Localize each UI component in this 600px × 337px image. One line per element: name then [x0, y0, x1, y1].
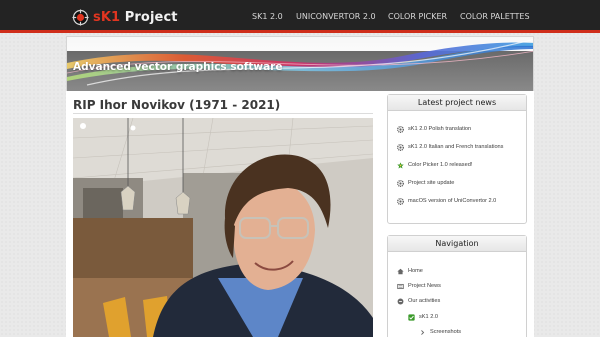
news-item-label: macOS version of UniConvertor 2.0	[408, 198, 497, 204]
nav-tree-item-project-news[interactable]: Project News	[397, 281, 441, 291]
gear-icon	[397, 197, 404, 205]
chevron-right-icon	[421, 329, 425, 335]
top-navigation-bar: sK1 Project SK1 2.0 UNICONVERTOR 2.0 COL…	[0, 0, 600, 33]
home-icon	[397, 268, 404, 274]
nav-tree-label: sK1 2.0	[419, 314, 438, 320]
check-icon	[408, 313, 415, 321]
news-item[interactable]: sK1 2.0 Italian and French translations	[397, 142, 503, 152]
nav-tree-label: Screenshots	[430, 329, 462, 335]
gear-icon	[397, 143, 404, 151]
navigation-widget: Navigation Home Project News Our activit…	[387, 235, 527, 337]
news-item[interactable]: Color Picker 1.0 released!	[397, 160, 472, 170]
post-title[interactable]: RIP Ihor Novikov (1971 - 2021)	[73, 98, 280, 112]
site-logo[interactable]: sK1 Project	[72, 7, 178, 27]
banner-tagline: Advanced vector graphics software	[73, 61, 283, 73]
title-divider	[73, 113, 373, 114]
nav-tree-label: Our activities	[408, 298, 441, 304]
news-item[interactable]: macOS version of UniConvertor 2.0	[397, 196, 496, 206]
nav-tree-item-sk1[interactable]: sK1 2.0	[408, 312, 438, 322]
portrait-illustration	[73, 118, 373, 337]
news-item[interactable]: sK1 2.0 Polish translation	[397, 124, 471, 134]
expand-icon	[397, 298, 404, 304]
site-name-rest: Project	[120, 9, 178, 25]
nav-tree-label: Home	[408, 268, 423, 274]
navigation-heading: Navigation	[388, 236, 526, 252]
crosshair-logo-icon	[72, 8, 89, 26]
gear-icon	[397, 179, 404, 187]
news-item[interactable]: Project site update	[397, 178, 454, 188]
news-icon	[397, 283, 404, 289]
nav-tree-item-our-activities[interactable]: Our activities	[397, 296, 440, 306]
news-item-label: Project site update	[408, 180, 455, 186]
nav-link-sk1[interactable]: SK1 2.0	[252, 12, 283, 21]
site-name: sK1 Project	[93, 10, 178, 25]
nav-tree-item-home[interactable]: Home	[397, 266, 423, 276]
news-item-label: sK1 2.0 Polish translation	[408, 126, 472, 132]
nav-tree-label: Project News	[408, 283, 441, 289]
color-picker-icon	[397, 161, 404, 169]
gear-icon	[397, 125, 404, 133]
latest-news-heading: Latest project news	[388, 95, 526, 111]
news-item-label: Color Picker 1.0 released!	[408, 162, 473, 168]
memorial-photo	[73, 118, 373, 337]
site-name-brand: sK1	[93, 9, 121, 25]
nav-tree-item-screenshots[interactable]: Screenshots	[419, 327, 461, 337]
nav-link-uniconvertor[interactable]: UNICONVERTOR 2.0	[296, 12, 376, 21]
nav-link-color-picker[interactable]: COLOR PICKER	[388, 12, 447, 21]
nav-link-color-palettes[interactable]: COLOR PALETTES	[460, 12, 530, 21]
news-item-label: sK1 2.0 Italian and French translations	[408, 144, 504, 150]
latest-news-widget: Latest project news sK1 2.0 Polish trans…	[387, 94, 527, 224]
